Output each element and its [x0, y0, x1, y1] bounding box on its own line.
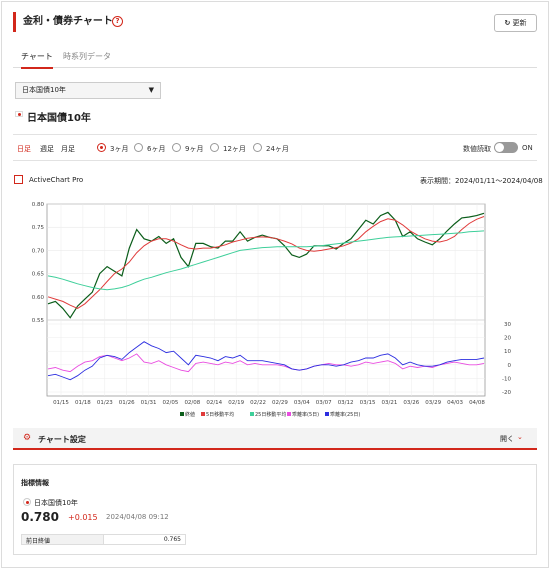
range-9m-radio[interactable]: [172, 143, 181, 152]
display-period: 表示期間：2024/01/11〜2024/04/08: [420, 177, 543, 185]
y2-tick-label: 20: [504, 336, 511, 342]
legend-label: 乖離率(25日): [330, 411, 360, 418]
range-24m-label: 24ヶ月: [266, 145, 289, 153]
range-24m-radio[interactable]: [253, 143, 262, 152]
chart-svg: 0.80 0.75 0.70 0.65 0.60 0.55 30 20 10 0 -10 -20 01/…: [32, 202, 512, 418]
indicator-timestamp: 2024/04/08 09:12: [106, 513, 169, 521]
instrument-title: 日本国債10年: [27, 113, 91, 124]
period-monthly[interactable]: 月足: [61, 144, 75, 154]
x-tick-label: 02/14: [206, 400, 222, 406]
legend-label: 終値: [185, 411, 195, 418]
legend-swatch: [325, 412, 329, 416]
prev-close-value: 0.765: [163, 536, 181, 543]
x-tick-label: 03/15: [360, 400, 376, 406]
x-tick-label: 03/07: [316, 400, 332, 406]
legend-swatch: [180, 412, 184, 416]
x-tick-label: 02/22: [250, 400, 266, 406]
y2-tick-label: 10: [504, 349, 511, 355]
japan-flag-icon: [15, 111, 23, 117]
y-tick-label: 0.60: [32, 295, 45, 301]
chevron-down-icon: ▼: [148, 86, 154, 94]
value-readout-state: ON: [522, 144, 533, 152]
refresh-icon: ↻: [504, 19, 511, 27]
page-title: 金利・債券チャート: [13, 12, 113, 32]
y2-tick-label: 30: [504, 322, 511, 328]
x-tick-label: 04/08: [469, 400, 485, 406]
legend-label: 5日移動平均: [206, 411, 234, 418]
value-readout-label: 数値読取: [463, 145, 491, 153]
x-tick-label: 01/18: [75, 400, 91, 406]
prev-close-label: 前日終値: [26, 538, 51, 545]
x-tick-label: 02/19: [228, 400, 244, 406]
chevron-down-icon: ⌄: [517, 433, 523, 441]
tab-bar: チャート 時系列データ: [13, 48, 537, 69]
legend-swatch: [201, 412, 205, 416]
help-icon[interactable]: ?: [112, 16, 123, 27]
period-weekly[interactable]: 週足: [40, 144, 54, 154]
chart-legend: 終値 5日移動平均 25日移動平均 乖離率(5日) 乖離率(25日): [180, 411, 360, 418]
range-6m-label: 6ヶ月: [147, 145, 166, 153]
y-tick-label: 0.75: [32, 225, 45, 231]
indicator-value: 0.780: [21, 510, 59, 524]
refresh-label: 更新: [512, 19, 527, 27]
x-tick-label: 03/26: [403, 400, 419, 406]
divider: [13, 160, 537, 161]
x-tick-label: 01/15: [53, 400, 69, 406]
indicator-change: +0.015: [68, 513, 98, 522]
range-12m-radio[interactable]: [210, 143, 219, 152]
external-link-icon[interactable]: [14, 175, 23, 184]
range-9m-label: 9ヶ月: [185, 145, 204, 153]
instrument-select-value: 日本国債10年: [22, 86, 66, 94]
x-tick-label: 03/29: [425, 400, 441, 406]
legend-swatch: [250, 412, 254, 416]
y2-tick-label: -20: [502, 390, 511, 396]
x-tick-label: 03/21: [381, 400, 397, 406]
x-tick-label: 01/23: [97, 400, 113, 406]
tab-chart[interactable]: チャート: [21, 51, 53, 69]
indicator-panel: 指標情報 日本国債10年 0.780 +0.015 2024/04/08 09:…: [13, 464, 537, 555]
x-tick-label: 01/26: [119, 400, 135, 406]
divider: [13, 134, 537, 135]
y-tick-label: 0.70: [32, 248, 45, 254]
chart-settings-label: チャート設定: [38, 435, 86, 444]
range-3m-radio[interactable]: [97, 143, 106, 152]
indicator-heading: 指標情報: [21, 479, 49, 487]
y2-tick-label: 0: [508, 363, 512, 369]
tab-timeseries[interactable]: 時系列データ: [63, 51, 111, 62]
x-tick-label: 01/31: [141, 400, 157, 406]
y-tick-label: 0.55: [32, 318, 45, 324]
open-settings-link[interactable]: 開く: [500, 434, 514, 444]
x-tick-label: 03/04: [294, 400, 310, 406]
instrument-select[interactable]: 日本国債10年 ▼: [15, 82, 161, 99]
legend-label: 乖離率(5日): [292, 411, 319, 418]
chart-settings-bar[interactable]: ⚙ チャート設定 開く ⌄: [13, 428, 537, 450]
value-readout-toggle[interactable]: [494, 142, 518, 153]
refresh-button[interactable]: ↻ 更新: [494, 14, 537, 32]
y-tick-label: 0.80: [32, 202, 45, 208]
indicator-name: 日本国債10年: [34, 499, 78, 507]
x-tick-label: 02/29: [272, 400, 288, 406]
y-tick-label: 0.65: [32, 272, 45, 278]
x-tick-label: 02/05: [163, 400, 179, 406]
legend-label: 25日移動平均: [255, 411, 286, 418]
japan-flag-icon: [23, 498, 31, 506]
x-tick-label: 03/12: [338, 400, 354, 406]
x-tick-label: 02/08: [184, 400, 200, 406]
range-3m-label: 3ヶ月: [110, 145, 129, 153]
prev-close-row: 前日終値 0.765: [21, 534, 186, 545]
legend-swatch: [287, 412, 291, 416]
range-6m-radio[interactable]: [134, 143, 143, 152]
gear-icon: ⚙: [23, 433, 32, 443]
activechart-link[interactable]: ActiveChart Pro: [29, 176, 83, 184]
period-daily[interactable]: 日足: [17, 144, 31, 154]
x-tick-label: 04/03: [447, 400, 463, 406]
y2-tick-label: -10: [502, 376, 511, 382]
range-12m-label: 12ヶ月: [223, 145, 246, 153]
